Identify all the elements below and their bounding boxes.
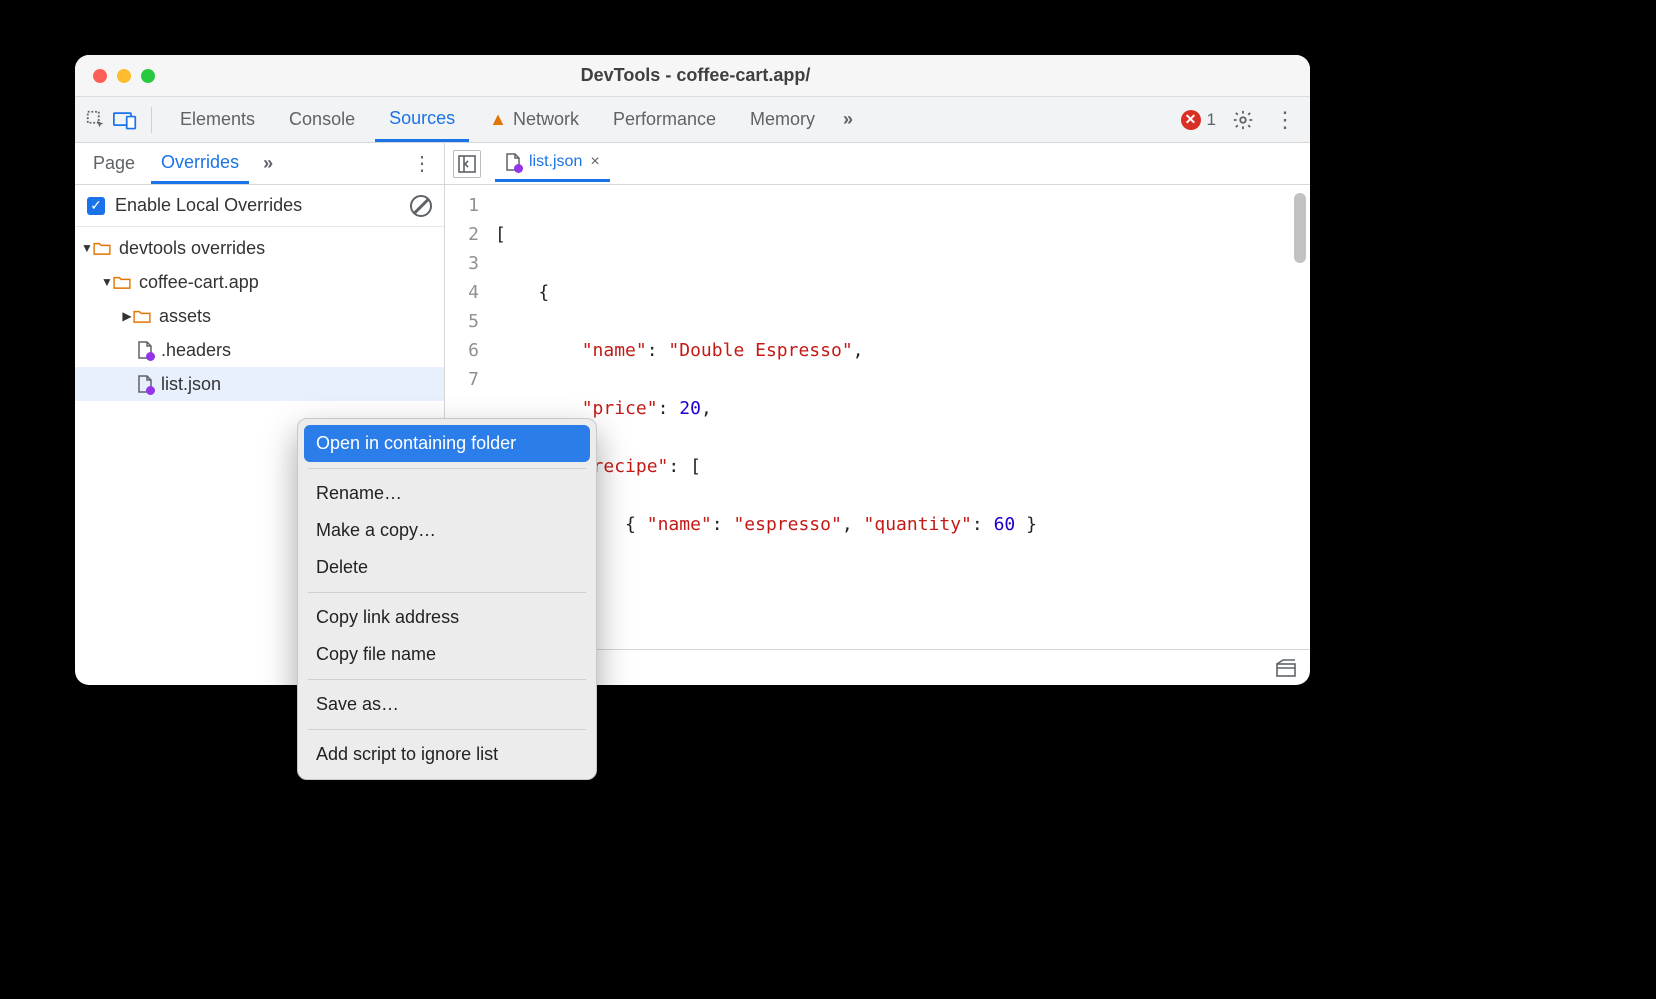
ctx-rename[interactable]: Rename… (304, 475, 590, 512)
ctx-copy-name[interactable]: Copy file name (304, 636, 590, 673)
coverage-icon[interactable] (1276, 659, 1296, 677)
file-icon (137, 341, 153, 359)
ctx-delete[interactable]: Delete (304, 549, 590, 586)
body: Page Overrides » ⋮ ✓ Enable Local Overri… (75, 143, 1310, 685)
main-toolbar: Elements Console Sources ▲ Network Perfo… (75, 97, 1310, 143)
separator (308, 592, 586, 593)
clear-overrides-icon[interactable] (410, 195, 432, 217)
file-icon (505, 153, 521, 171)
sidebar-more-tabs[interactable]: » (255, 153, 281, 174)
tree-file-headers[interactable]: .headers (75, 333, 444, 367)
inspect-element-icon[interactable] (85, 109, 107, 131)
ctx-save-as[interactable]: Save as… (304, 686, 590, 723)
scrollbar-thumb[interactable] (1294, 193, 1306, 263)
override-dot-icon (146, 386, 155, 395)
tree-root[interactable]: ▼ devtools overrides (75, 231, 444, 265)
tab-performance[interactable]: Performance (599, 99, 730, 140)
editor-tabs: list.json × (445, 143, 1310, 185)
sidebar-kebab-icon[interactable]: ⋮ (408, 147, 436, 180)
sidebar-tab-overrides[interactable]: Overrides (151, 144, 249, 184)
folder-icon (113, 275, 131, 289)
error-icon: ✕ (1181, 110, 1201, 130)
titlebar: DevTools - coffee-cart.app/ (75, 55, 1310, 97)
ctx-ignore-list[interactable]: Add script to ignore list (304, 736, 590, 773)
separator (308, 729, 586, 730)
more-tabs-button[interactable]: » (835, 109, 861, 130)
navigator-tabs: Page Overrides » ⋮ (75, 143, 444, 185)
ctx-open-folder[interactable]: Open in containing folder (304, 425, 590, 462)
enable-overrides-checkbox[interactable]: ✓ (87, 197, 105, 215)
tab-elements[interactable]: Elements (166, 99, 269, 140)
traffic-lights (93, 69, 155, 83)
close-window-button[interactable] (93, 69, 107, 83)
separator (308, 468, 586, 469)
tab-console[interactable]: Console (275, 99, 369, 140)
window-title: DevTools - coffee-cart.app/ (155, 65, 1236, 86)
maximize-window-button[interactable] (141, 69, 155, 83)
more-options-kebab-icon[interactable]: ⋮ (1270, 103, 1300, 137)
tab-memory[interactable]: Memory (736, 99, 829, 140)
hide-navigator-icon[interactable] (453, 150, 481, 178)
ctx-copy-link[interactable]: Copy link address (304, 599, 590, 636)
editor-tab-list-json[interactable]: list.json × (495, 145, 610, 182)
folder-icon (133, 309, 151, 323)
tree-folder-assets[interactable]: ▶ assets (75, 299, 444, 333)
code-content[interactable]: [ { "name": "Double Espresso", "price": … (489, 185, 1310, 649)
tab-network[interactable]: ▲ Network (475, 99, 593, 140)
warning-icon: ▲ (489, 109, 507, 130)
context-menu: Open in containing folder Rename… Make a… (297, 418, 597, 780)
devtools-window: DevTools - coffee-cart.app/ Elements Con… (75, 55, 1310, 685)
enable-overrides-row: ✓ Enable Local Overrides (75, 185, 444, 227)
override-dot-icon (146, 352, 155, 361)
error-count-badge[interactable]: ✕ 1 (1181, 110, 1216, 130)
tree-domain[interactable]: ▼ coffee-cart.app (75, 265, 444, 299)
device-toolbar-icon[interactable] (113, 110, 137, 130)
sidebar-tab-page[interactable]: Page (83, 145, 145, 182)
settings-gear-icon[interactable] (1228, 105, 1258, 135)
file-icon (137, 375, 153, 393)
tree-file-list-json[interactable]: list.json (75, 367, 444, 401)
minimize-window-button[interactable] (117, 69, 131, 83)
close-tab-icon[interactable]: × (590, 153, 599, 171)
separator (308, 679, 586, 680)
folder-icon (93, 241, 111, 255)
tab-sources[interactable]: Sources (375, 98, 469, 142)
override-dot-icon (514, 164, 523, 173)
enable-overrides-label: Enable Local Overrides (115, 195, 302, 216)
ctx-make-copy[interactable]: Make a copy… (304, 512, 590, 549)
